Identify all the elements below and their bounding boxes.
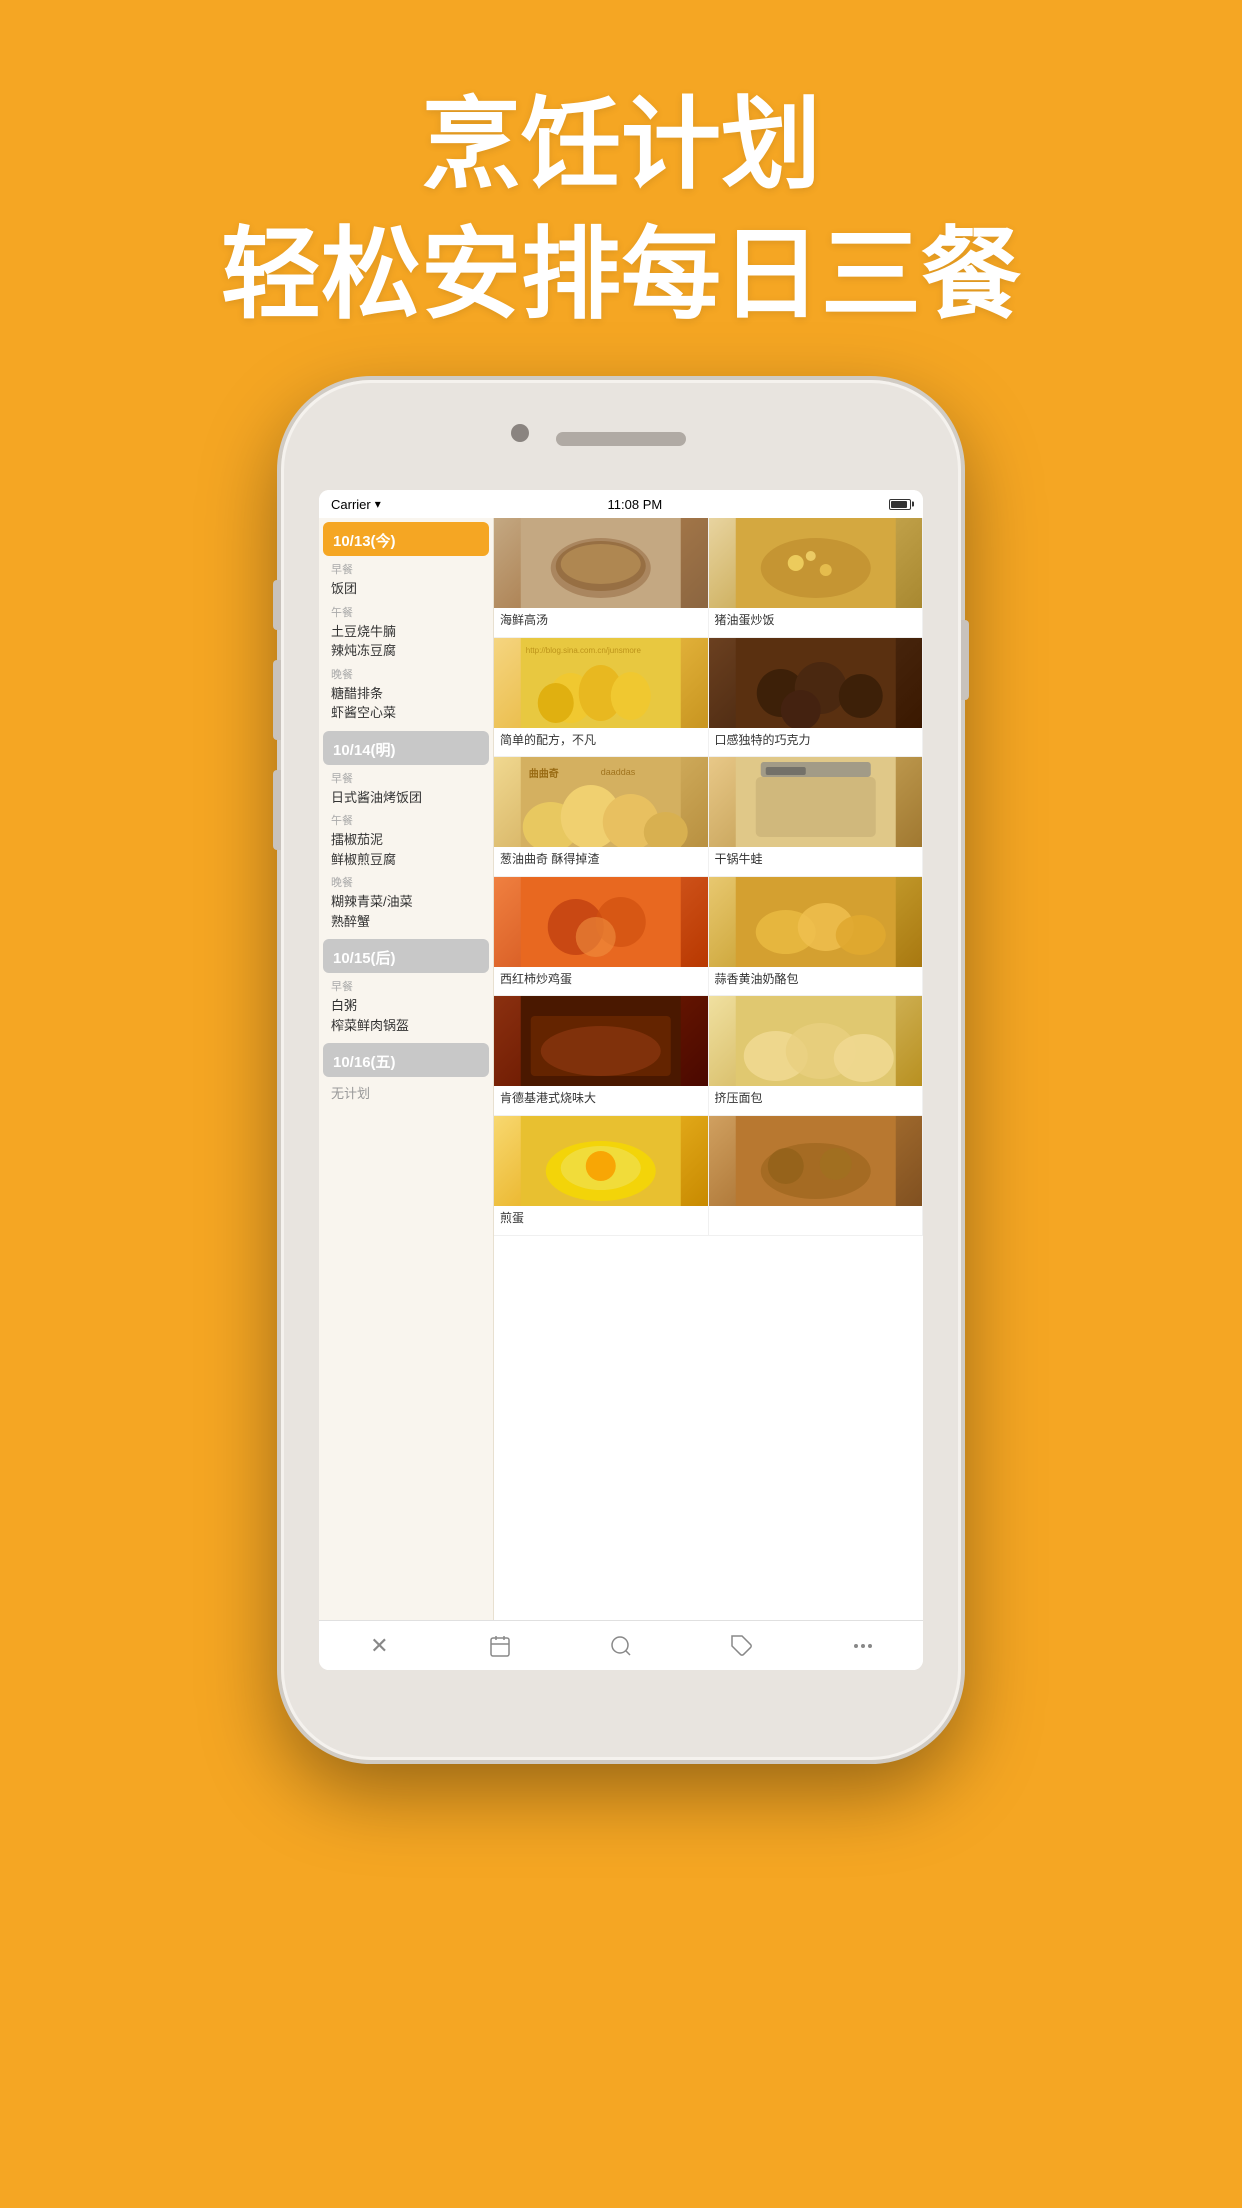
recipe-image-seafood-soup xyxy=(494,518,708,608)
meal-item: 鲜椒煎豆腐 xyxy=(331,850,483,870)
recipe-image-last xyxy=(709,1116,923,1206)
date-item-tomorrow: 10/14(明) 早餐 日式酱油烤饭团 午餐 擂椒茄泥 鲜椒煎豆腐 晚餐 糊辣青… xyxy=(319,731,493,936)
recipe-image-fried-egg xyxy=(494,1116,708,1206)
hero-section: 烹饪计划 轻松安排每日三餐 xyxy=(221,0,1021,340)
meal-type-lunch-today: 午餐 xyxy=(331,604,483,620)
svg-text:http://blog.sina.com.cn/junsmo: http://blog.sina.com.cn/junsmore xyxy=(526,646,642,655)
recipe-title: 干锅牛蛙 xyxy=(709,847,923,876)
recipe-cell[interactable]: 挤压面包 xyxy=(709,996,924,1116)
svg-text:daaddas: daaddas xyxy=(601,767,636,777)
recipe-image-dry-pot-frog xyxy=(709,757,923,847)
no-plan-label: 无计划 xyxy=(319,1079,493,1106)
date-header-dayafter[interactable]: 10/15(后) xyxy=(323,939,489,973)
meal-item: 糖醋排条 xyxy=(331,684,483,704)
meal-item: 榨菜鲜肉锅盔 xyxy=(331,1016,483,1036)
recipe-image-yellow-cookies: http://blog.sina.com.cn/junsmore xyxy=(494,638,708,728)
recipe-cell[interactable]: 肯德基港式烧味大 xyxy=(494,996,709,1116)
recipe-cell[interactable]: 曲曲奇 daaddas 葱油曲奇 酥得掉渣 xyxy=(494,757,709,877)
meal-type-dinner-today: 晚餐 xyxy=(331,666,483,682)
phone-mute-button xyxy=(273,580,281,630)
recipe-image-chocolate-cookies xyxy=(709,638,923,728)
meal-section-today: 早餐 饭团 午餐 土豆烧牛腩 辣炖冻豆腐 晚餐 糖醋排条 虾酱空心菜 xyxy=(319,561,493,727)
meal-item: 白粥 xyxy=(331,996,483,1016)
date-item-today: 10/13(今) 早餐 饭团 午餐 土豆烧牛腩 辣炖冻豆腐 晚餐 糖醋排条 虾酱… xyxy=(319,522,493,727)
meal-item: 土豆烧牛腩 xyxy=(331,622,483,642)
carrier-label: Carrier ▾ xyxy=(331,497,381,512)
date-header-today[interactable]: 10/13(今) xyxy=(323,522,489,556)
meal-type-breakfast-today: 早餐 xyxy=(331,561,483,577)
meal-item: 饭团 xyxy=(331,579,483,599)
recipe-image-fried-rice xyxy=(709,518,923,608)
meal-item: 日式酱油烤饭团 xyxy=(331,788,483,808)
meal-item: 擂椒茄泥 xyxy=(331,830,483,850)
recipe-title: 葱油曲奇 酥得掉渣 xyxy=(494,847,708,876)
recipe-title: 挤压面包 xyxy=(709,1086,923,1115)
recipe-image-butter-bread xyxy=(709,877,923,967)
date-item-friday: 10/16(五) 无计划 xyxy=(319,1043,493,1106)
recipe-title: 海鲜高汤 xyxy=(494,608,708,637)
recipe-image-scallion-cookies: 曲曲奇 daaddas xyxy=(494,757,708,847)
recipe-title: 煎蛋 xyxy=(494,1206,708,1235)
recipe-title: 简单的配方，不凡 xyxy=(494,728,708,757)
meal-item: 熟醉蟹 xyxy=(331,912,483,932)
phone-volume-up-button xyxy=(273,660,281,740)
recipe-cell[interactable] xyxy=(709,1116,924,1236)
meal-section-dayafter: 早餐 白粥 榨菜鲜肉锅盔 xyxy=(319,978,493,1039)
phone-mockup: Carrier ▾ 11:08 PM 10/13(今) 早 xyxy=(281,380,961,1760)
meal-plan-sidebar[interactable]: 10/13(今) 早餐 饭团 午餐 土豆烧牛腩 辣炖冻豆腐 晚餐 糖醋排条 虾酱… xyxy=(319,518,494,1620)
recipe-cell[interactable]: 蒜香黄油奶酪包 xyxy=(709,877,924,997)
recipe-grid-panel[interactable]: 海鲜高汤 猪油蛋炒饭 xyxy=(494,518,923,1620)
hero-title: 烹饪计划 轻松安排每日三餐 xyxy=(221,80,1021,340)
tag-button[interactable] xyxy=(722,1626,762,1666)
phone-camera xyxy=(511,424,529,442)
meal-type-breakfast-dayafter: 早餐 xyxy=(331,978,483,994)
battery-fill xyxy=(891,501,907,508)
recipe-cell[interactable]: 海鲜高汤 xyxy=(494,518,709,638)
recipe-image-squeeze-bread xyxy=(709,996,923,1086)
recipe-cell[interactable]: 干锅牛蛙 xyxy=(709,757,924,877)
date-item-dayafter: 10/15(后) 早餐 白粥 榨菜鲜肉锅盔 xyxy=(319,939,493,1039)
recipe-cell[interactable]: http://blog.sina.com.cn/junsmore 简单的配方，不… xyxy=(494,638,709,758)
meal-section-tomorrow: 早餐 日式酱油烤饭团 午餐 擂椒茄泥 鲜椒煎豆腐 晚餐 糊辣青菜/油菜 熟醉蟹 xyxy=(319,770,493,936)
phone-screen: Carrier ▾ 11:08 PM 10/13(今) 早 xyxy=(319,490,923,1670)
bottom-toolbar: ✕ xyxy=(319,1620,923,1670)
recipe-title: 蒜香黄油奶酪包 xyxy=(709,967,923,996)
content-area: 10/13(今) 早餐 饭团 午餐 土豆烧牛腩 辣炖冻豆腐 晚餐 糖醋排条 虾酱… xyxy=(319,518,923,1620)
more-button[interactable] xyxy=(843,1626,883,1666)
search-button[interactable] xyxy=(601,1626,641,1666)
status-time: 11:08 PM xyxy=(608,497,663,512)
recipe-cell[interactable]: 口感独特的巧克力 xyxy=(709,638,924,758)
battery-icon xyxy=(889,499,911,510)
status-bar: Carrier ▾ 11:08 PM xyxy=(319,490,923,518)
meal-item: 虾酱空心菜 xyxy=(331,703,483,723)
recipe-title: 猪油蛋炒饭 xyxy=(709,608,923,637)
recipe-title: 肯德基港式烧味大 xyxy=(494,1086,708,1115)
date-header-friday[interactable]: 10/16(五) xyxy=(323,1043,489,1077)
recipe-grid: 海鲜高汤 猪油蛋炒饭 xyxy=(494,518,923,1236)
close-button[interactable]: ✕ xyxy=(359,1626,399,1666)
wifi-icon: ▾ xyxy=(375,497,381,511)
recipe-cell[interactable]: 西红柿炒鸡蛋 xyxy=(494,877,709,997)
calendar-button[interactable] xyxy=(480,1626,520,1666)
phone-speaker xyxy=(556,432,686,446)
svg-text:曲曲奇: 曲曲奇 xyxy=(529,767,559,780)
recipe-title xyxy=(709,1206,923,1219)
recipe-cell[interactable]: 猪油蛋炒饭 xyxy=(709,518,924,638)
date-header-tomorrow[interactable]: 10/14(明) xyxy=(323,731,489,765)
phone-volume-down-button xyxy=(273,770,281,850)
meal-type-lunch-tomorrow: 午餐 xyxy=(331,812,483,828)
recipe-image-tomato-eggs xyxy=(494,877,708,967)
recipe-title: 西红柿炒鸡蛋 xyxy=(494,967,708,996)
phone-power-button xyxy=(961,620,969,700)
recipe-image-kfc-roast xyxy=(494,996,708,1086)
status-right xyxy=(889,499,911,510)
recipe-title: 口感独特的巧克力 xyxy=(709,728,923,757)
meal-type-breakfast-tomorrow: 早餐 xyxy=(331,770,483,786)
meal-item: 辣炖冻豆腐 xyxy=(331,641,483,661)
meal-type-dinner-tomorrow: 晚餐 xyxy=(331,874,483,890)
meal-item: 糊辣青菜/油菜 xyxy=(331,892,483,912)
recipe-cell[interactable]: 煎蛋 xyxy=(494,1116,709,1236)
